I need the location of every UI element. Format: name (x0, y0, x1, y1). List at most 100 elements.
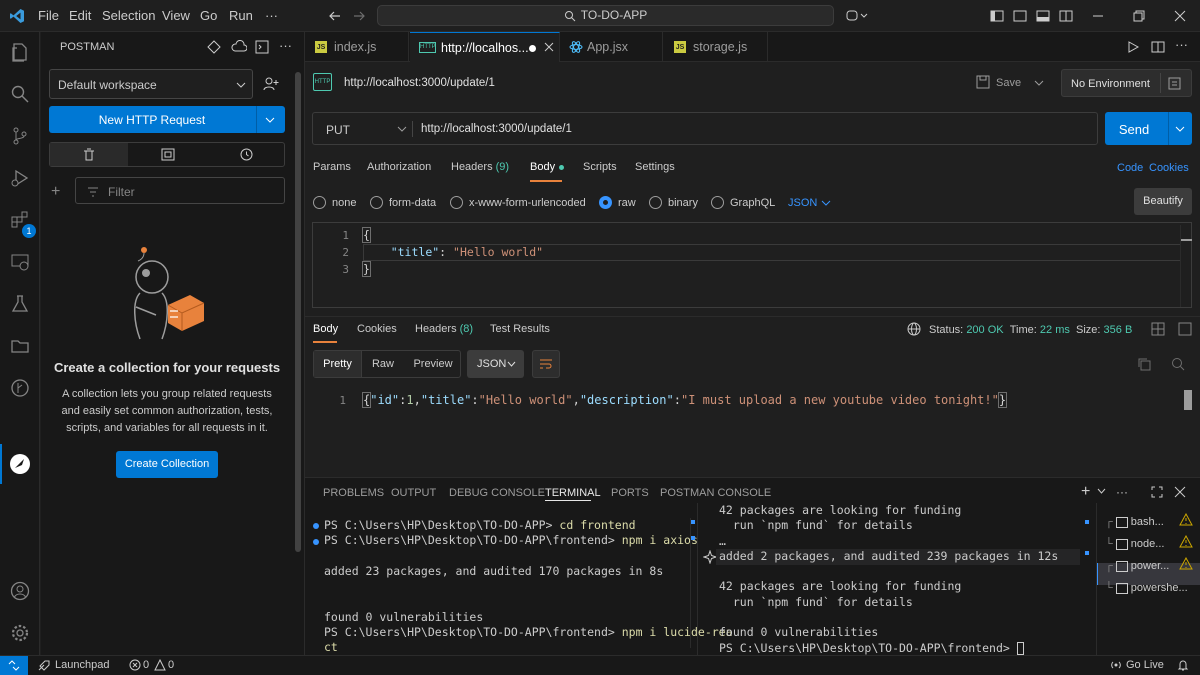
terminal-item[interactable]: └ powershe... (1105, 577, 1188, 599)
terminal-item[interactable]: ┌ bash... (1105, 511, 1188, 533)
tab-index-js[interactable]: JS index.js (305, 32, 409, 62)
remote-indicator[interactable] (0, 656, 28, 675)
response-body-code[interactable]: {"id":1,"title":"Hello world","descripti… (361, 392, 1008, 408)
more-actions-icon[interactable]: ··· (1175, 37, 1188, 52)
terminal-icon[interactable] (255, 40, 269, 54)
layout-icon[interactable] (1151, 322, 1165, 336)
save-icon[interactable] (976, 75, 990, 89)
response-tab-cookies[interactable]: Cookies (357, 323, 397, 335)
close-icon[interactable] (1174, 486, 1186, 498)
sidebar-scrollbar[interactable] (295, 72, 301, 552)
response-tab-test-results[interactable]: Test Results (490, 323, 550, 335)
customize-layout-icon[interactable] (1059, 9, 1073, 23)
bell-icon[interactable] (1177, 659, 1189, 671)
environment-icon[interactable] (161, 148, 175, 161)
go-live-button[interactable]: Go Live (1126, 659, 1164, 671)
panel-tab-problems[interactable]: PROBLEMS (323, 487, 384, 499)
response-scrollbar[interactable] (1184, 390, 1192, 410)
add-user-icon[interactable] (263, 76, 279, 92)
more-actions-icon[interactable]: ··· (1116, 485, 1128, 499)
radio-raw[interactable] (599, 196, 612, 209)
wrap-lines-button[interactable] (532, 350, 560, 378)
environment-quick-look-icon[interactable] (1168, 77, 1181, 90)
close-icon[interactable] (1174, 9, 1186, 23)
add-collection-icon[interactable]: + (51, 183, 60, 201)
menu-more[interactable]: ··· (265, 8, 278, 23)
minimize-icon[interactable] (1092, 9, 1104, 23)
api-network-icon[interactable] (207, 40, 221, 54)
search-icon[interactable] (1171, 357, 1185, 371)
close-icon[interactable] (544, 42, 554, 52)
cookies-link[interactable]: Cookies (1149, 162, 1189, 174)
folder-icon[interactable] (10, 336, 30, 356)
tab-headers[interactable]: Headers (9) (451, 161, 509, 173)
menu-go[interactable]: Go (200, 8, 217, 23)
run-icon[interactable] (1127, 41, 1139, 53)
menu-file[interactable]: File (38, 8, 59, 23)
terminal-right[interactable]: 42 packages are looking for funding run … (719, 503, 1081, 656)
url-input[interactable]: http://localhost:3000/update/1 (421, 123, 572, 135)
more-actions-icon[interactable]: ··· (279, 38, 292, 53)
tab-scripts[interactable]: Scripts (583, 161, 617, 173)
cloud-sync-icon[interactable] (231, 40, 247, 54)
menu-run[interactable]: Run (229, 8, 253, 23)
toggle-panel-icon[interactable] (1036, 9, 1050, 23)
response-format-select[interactable]: JSON (467, 350, 524, 378)
status-value[interactable]: 200 OK (966, 324, 1003, 336)
testing-icon[interactable] (10, 294, 30, 314)
gitlens-icon[interactable] (10, 378, 30, 398)
menu-view[interactable]: View (162, 8, 190, 23)
menu-edit[interactable]: Edit (69, 8, 91, 23)
copilot-icon[interactable] (846, 9, 868, 23)
tab-authorization[interactable]: Authorization (367, 161, 431, 173)
menu-selection[interactable]: Selection (102, 8, 155, 23)
chevron-down-icon[interactable] (1034, 79, 1044, 87)
command-center-search[interactable]: TO-DO-APP (377, 5, 834, 26)
history-icon[interactable] (239, 147, 254, 162)
editor-scrollbar[interactable] (1180, 225, 1192, 307)
radio-urlencoded[interactable] (450, 196, 463, 209)
beautify-button[interactable]: Beautify (1134, 188, 1192, 215)
code-link[interactable]: Code (1117, 162, 1143, 174)
view-raw[interactable]: Raw (362, 351, 404, 377)
account-icon[interactable] (10, 581, 30, 601)
launchpad-item[interactable]: Launchpad (55, 659, 109, 671)
size-value[interactable]: 356 B (1104, 324, 1133, 336)
copy-icon[interactable] (1137, 357, 1151, 371)
collections-tab[interactable] (50, 143, 128, 166)
toggle-secondary-sidebar-icon[interactable] (1013, 9, 1027, 23)
terminal-right-scrollbar[interactable] (1085, 518, 1089, 648)
split-editor-icon[interactable] (1151, 41, 1165, 53)
postman-icon[interactable] (9, 453, 31, 475)
radio-graphql[interactable] (711, 196, 724, 209)
filter-input[interactable]: Filter (75, 177, 285, 204)
forward-arrow-icon[interactable] (352, 9, 366, 23)
warning-count[interactable]: 0 (168, 659, 174, 671)
panel-tab-terminal[interactable]: TERMINAL (545, 487, 601, 499)
radio-form-data[interactable] (370, 196, 383, 209)
search-icon[interactable] (10, 84, 30, 104)
chevron-down-icon[interactable] (1097, 488, 1106, 495)
send-button[interactable]: Send (1105, 112, 1192, 145)
terminal-item[interactable]: ┌ power... (1105, 555, 1188, 577)
back-arrow-icon[interactable] (328, 9, 342, 23)
radio-none[interactable] (313, 196, 326, 209)
tab-app-jsx[interactable]: App.jsx (561, 32, 663, 62)
error-count[interactable]: 0 (143, 659, 149, 671)
view-pretty[interactable]: Pretty (314, 351, 362, 377)
remote-explorer-icon[interactable] (10, 252, 30, 272)
run-debug-icon[interactable] (10, 168, 30, 188)
terminal-left-scrollbar[interactable] (690, 518, 696, 648)
save-button[interactable]: Save (996, 77, 1021, 89)
tab-params[interactable]: Params (313, 161, 351, 173)
chevron-down-icon[interactable] (1175, 125, 1185, 133)
source-control-icon[interactable] (10, 126, 30, 146)
tab-storage-js[interactable]: JS storage.js (664, 32, 768, 62)
method-select[interactable]: PUT (313, 113, 413, 144)
environment-select[interactable]: No Environment (1061, 69, 1192, 97)
more-actions-icon[interactable] (1178, 322, 1192, 336)
panel-tab-output[interactable]: OUTPUT (391, 487, 436, 499)
request-body-editor[interactable]: 1 2 3 { "title": "Hello world" } (312, 222, 1192, 308)
toggle-sidebar-icon[interactable] (990, 9, 1004, 23)
response-tab-headers[interactable]: Headers (8) (415, 323, 473, 335)
